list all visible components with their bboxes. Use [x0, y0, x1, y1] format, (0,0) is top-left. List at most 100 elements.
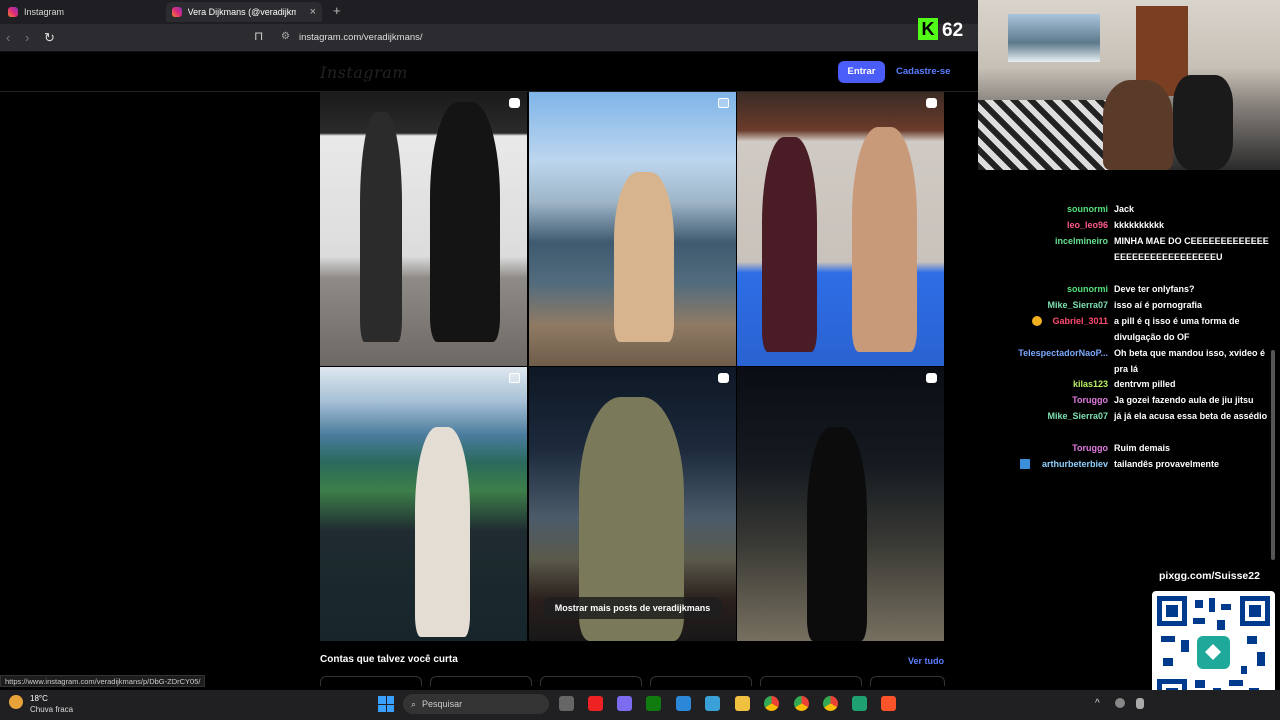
suggested-account-card[interactable] [320, 676, 422, 686]
person-figure [430, 102, 500, 342]
person-figure [614, 172, 674, 342]
chat-text: MINHA MAE DO CEEEEEEEEEEEEEEEEEEEEEEEEEE… [1114, 236, 1269, 262]
badge-icon [1032, 316, 1042, 326]
start-menu-icon[interactable] [378, 696, 394, 712]
microphone-icon[interactable] [1136, 698, 1144, 709]
streamer-figure [1103, 80, 1173, 170]
file-explorer-icon[interactable] [735, 696, 750, 711]
chat-username[interactable]: Toruggo [1072, 392, 1108, 408]
address-bar: ‹ › ↻ ⊓ ⚙ instagram.com/veradijkmans/ [0, 24, 978, 52]
tab-instagram[interactable]: Instagram [2, 2, 162, 22]
weather-description[interactable]: Chuva fraca [30, 705, 73, 714]
vpn-icon[interactable] [617, 696, 632, 711]
suggested-account-card[interactable] [540, 676, 642, 686]
chat-username[interactable]: incelmineiro [1055, 233, 1108, 249]
bed [978, 100, 1118, 170]
carousel-icon [509, 373, 520, 383]
viewer-count: 62 [942, 20, 964, 41]
chat-username[interactable]: leo_leo96 [1067, 217, 1108, 233]
tray-chevron-icon[interactable]: ^ [1095, 698, 1100, 709]
chat-text: a pill é q isso é uma forma de divulgaçã… [1114, 316, 1240, 342]
donation-link-label: pixgg.com/Suisse22 [1159, 570, 1260, 582]
kick-logo-icon: K [918, 18, 938, 40]
chat-username[interactable]: sounormi [1067, 201, 1108, 217]
streaming-app-icon[interactable] [852, 696, 867, 711]
search-icon: ⌕ [411, 698, 417, 709]
close-tab-icon[interactable]: × [310, 6, 316, 18]
reel-icon [718, 373, 729, 383]
chrome-icon[interactable] [794, 696, 809, 711]
carousel-icon [718, 98, 729, 108]
show-more-posts-button[interactable]: Mostrar mais posts de veradijkmans [543, 597, 722, 619]
chat-text: Oh beta que mandou isso, xvideo é pra lá [1114, 348, 1266, 374]
weather-temperature[interactable]: 18°C [30, 694, 48, 703]
bookmark-icon[interactable]: ⊓ [254, 29, 263, 43]
network-icon[interactable] [1115, 698, 1125, 708]
suggested-account-card[interactable] [870, 676, 945, 686]
chat-username[interactable]: Gabriel_3011 [1052, 313, 1108, 329]
chat-text: kkkkkkkkkk [1114, 220, 1165, 230]
weather-icon[interactable] [9, 695, 23, 709]
site-info-icon[interactable]: ⚙ [281, 31, 290, 42]
suggested-account-card[interactable] [760, 676, 862, 686]
person-figure [762, 137, 817, 352]
brave-browser-icon[interactable] [881, 696, 896, 711]
instagram-favicon-icon [172, 7, 182, 17]
post-thumbnail[interactable] [737, 92, 944, 366]
taskbar-search[interactable]: ⌕ Pesquisar [403, 694, 549, 714]
person-figure [360, 112, 402, 342]
tab-label: Vera Dijkmans (@veradijkmans) [187, 7, 296, 17]
chat-username[interactable]: Mike_Sierra07 [1047, 297, 1108, 313]
windows-taskbar [0, 690, 1280, 720]
wall-painting [1008, 14, 1100, 62]
chat-text: Ruim demais [1114, 443, 1171, 453]
youtube-icon[interactable] [588, 696, 603, 711]
post-thumbnail[interactable] [529, 92, 736, 366]
chat-username[interactable]: TelespectadorNaoP... [1018, 345, 1108, 361]
reel-icon [509, 98, 520, 108]
instagram-logo[interactable]: Instagram [320, 63, 408, 82]
chrome-icon[interactable] [823, 696, 838, 711]
chat-username[interactable]: arthurbeterbiev [1042, 456, 1108, 472]
reload-icon[interactable]: ↻ [44, 30, 55, 46]
new-tab-button[interactable]: + [333, 3, 341, 18]
person-figure [852, 127, 917, 352]
instagram-favicon-icon [8, 7, 18, 17]
reel-icon [926, 373, 937, 383]
suggested-account-card[interactable] [430, 676, 532, 686]
mail-icon[interactable] [705, 696, 720, 711]
chat-text: Jack [1114, 204, 1135, 214]
chat-username[interactable]: sounormi [1067, 281, 1108, 297]
forward-arrow-icon[interactable]: › [25, 30, 29, 45]
suggested-accounts-title: Contas que talvez você curta [320, 654, 458, 665]
chat-username[interactable]: Toruggo [1072, 440, 1108, 456]
signup-link[interactable]: Cadastre-se [896, 66, 950, 77]
chat-scrollbar[interactable] [1271, 350, 1275, 560]
chat-text: Ja gozei fazendo aula de jiu jitsu [1114, 395, 1254, 405]
chat-text: isso aí é pornografia [1114, 300, 1203, 310]
search-placeholder: Pesquisar [422, 699, 463, 709]
post-thumbnail[interactable] [737, 367, 944, 641]
browser-tab-bar: Instagram Vera Dijkmans (@veradijkmans) … [0, 0, 978, 24]
url-field[interactable]: instagram.com/veradijkmans/ [299, 32, 423, 43]
see-all-link[interactable]: Ver tudo [908, 656, 944, 666]
login-button[interactable]: Entrar [838, 61, 885, 83]
chrome-icon[interactable] [764, 696, 779, 711]
chat-text: tailandês provavelmente [1114, 459, 1220, 469]
status-bar-url: https://www.instagram.com/veradijkmans/p… [0, 675, 206, 687]
notepad-icon[interactable] [676, 696, 691, 711]
post-thumbnail[interactable] [320, 92, 527, 366]
xbox-icon[interactable] [646, 696, 661, 711]
webcam-feed [978, 0, 1280, 170]
task-view-icon[interactable] [559, 696, 574, 711]
reel-icon [926, 98, 937, 108]
post-thumbnail[interactable] [320, 367, 527, 641]
chat-text: já já ela acusa essa beta de assédio [1114, 411, 1268, 421]
chat-text: Deve ter onlyfans? [1114, 284, 1195, 294]
chat-username[interactable]: kilas123 [1073, 376, 1108, 392]
suggested-account-card[interactable] [650, 676, 752, 686]
person-figure [807, 427, 867, 641]
chat-username[interactable]: Mike_Sierra07 [1047, 408, 1108, 424]
back-arrow-icon[interactable]: ‹ [6, 30, 10, 45]
tab-vera-dijkmans[interactable]: Vera Dijkmans (@veradijkmans) × [166, 2, 322, 22]
